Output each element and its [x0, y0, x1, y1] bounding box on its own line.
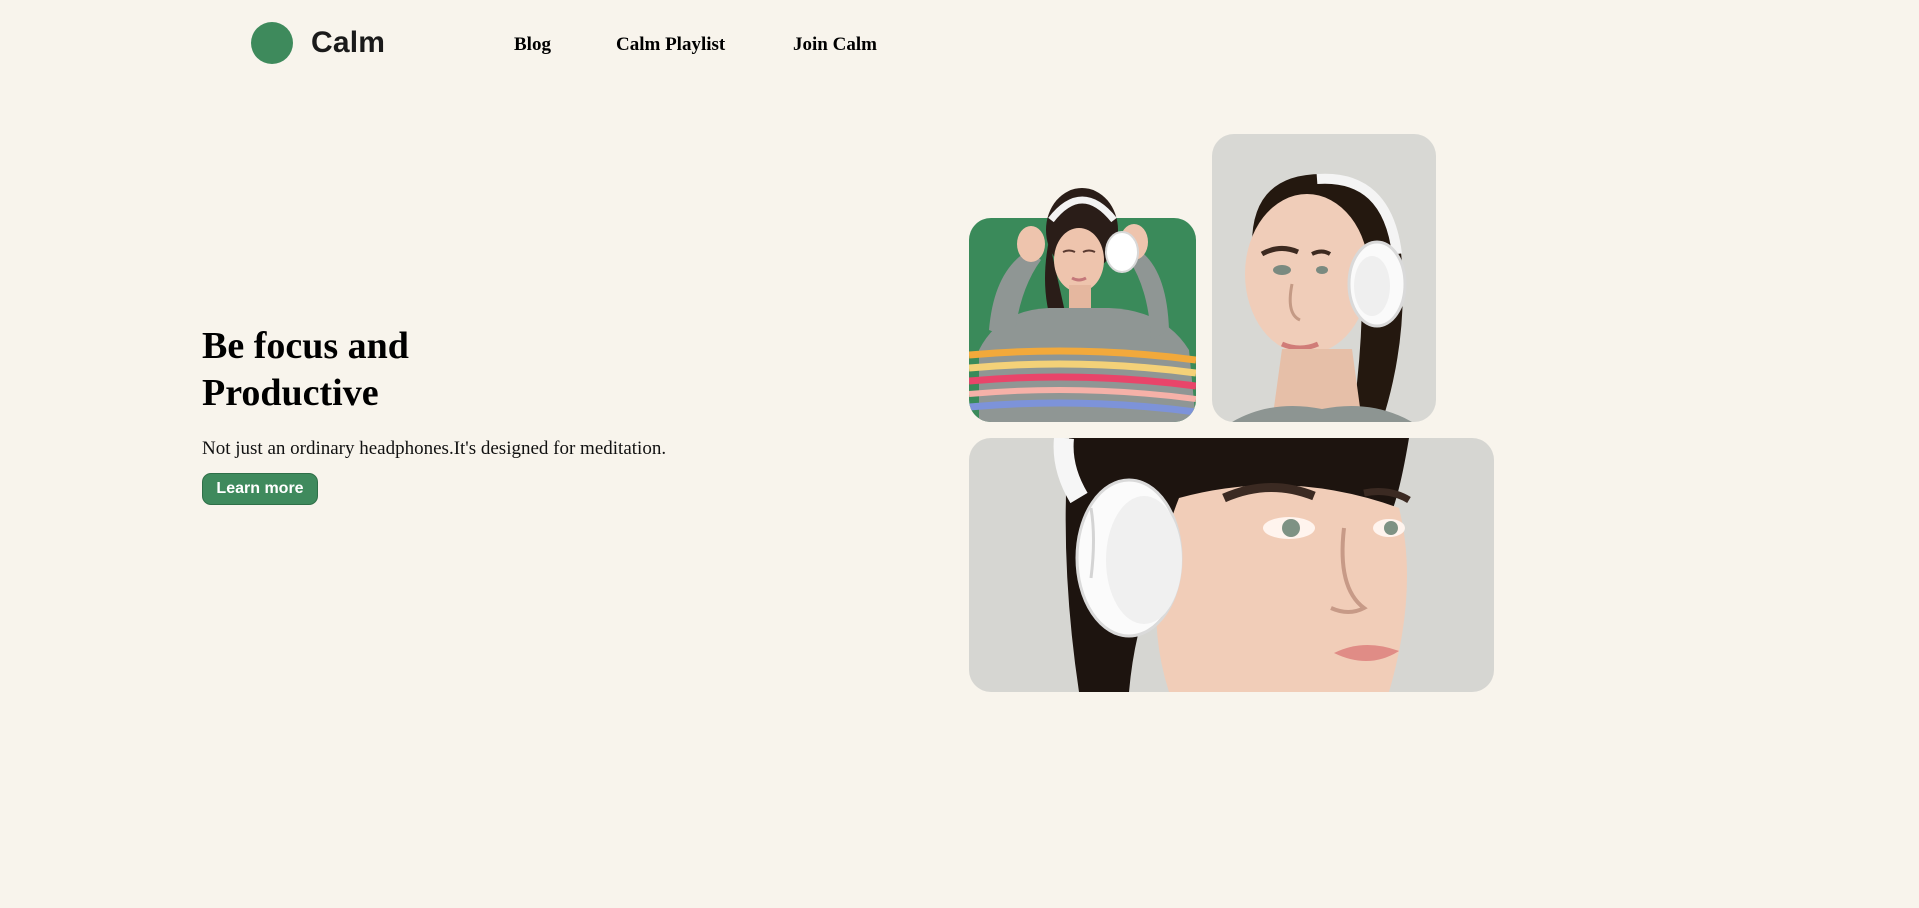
brand-logo[interactable]: Calm — [251, 22, 385, 64]
learn-more-button[interactable]: Learn more — [202, 473, 318, 505]
nav-link-join-calm[interactable]: Join Calm — [793, 34, 877, 56]
hero-title: Be focus and Productive — [202, 323, 622, 417]
nav-link-calm-playlist[interactable]: Calm Playlist — [616, 34, 725, 56]
hero-title-line-2: Productive — [202, 372, 379, 414]
logo-circle-icon — [251, 22, 293, 64]
hero-subtitle: Not just an ordinary headphones.It's des… — [202, 438, 667, 459]
photo-woman-closeup — [969, 438, 1494, 692]
nav-link-blog[interactable]: Blog — [514, 34, 551, 56]
hero-title-line-1: Be focus and — [202, 325, 409, 367]
brand-name: Calm — [311, 26, 386, 59]
photo-woman-profile — [1212, 134, 1436, 422]
photo-woman-green-bg — [969, 180, 1196, 422]
